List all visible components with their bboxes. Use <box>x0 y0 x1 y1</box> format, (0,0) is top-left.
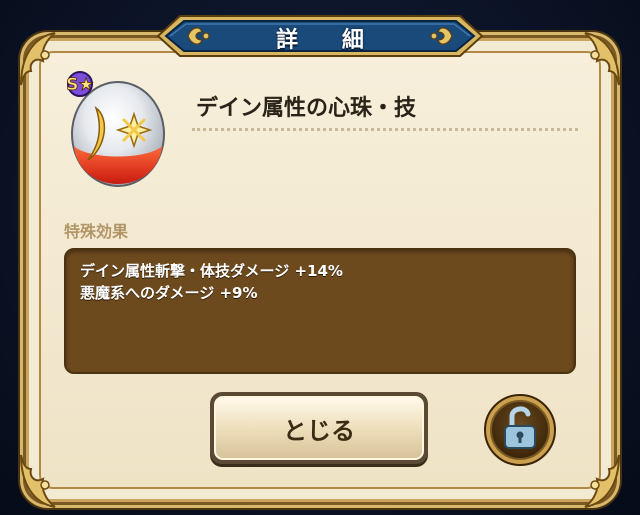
effects-panel: デイン属性斬撃・体技ダメージ +14% 悪魔系へのダメージ +9% <box>64 248 576 374</box>
unlocked-padlock-icon[interactable] <box>482 392 558 468</box>
effect-line: 悪魔系へのダメージ +9% <box>80 284 258 302</box>
special-effect-label: 特殊効果 <box>64 222 129 241</box>
item-name: デイン属性の心珠・技 <box>196 96 417 121</box>
close-button-face[interactable]: とじる <box>214 396 424 460</box>
corner-ornament-icon <box>584 454 620 508</box>
dialog-title: 詳 細 <box>276 28 382 53</box>
close-button[interactable]: とじる <box>210 392 428 464</box>
corner-ornament-icon <box>20 454 56 508</box>
name-divider <box>192 128 578 131</box>
close-button-label: とじる <box>283 416 355 445</box>
rank-badge: S★ <box>66 71 94 97</box>
title-plate: 詳 細 <box>140 12 500 60</box>
rank-badge-label: S★ <box>66 75 93 95</box>
corner-ornament-icon <box>584 32 620 86</box>
heart-gem-icon: S★ <box>66 71 165 187</box>
effect-line: デイン属性斬撃・体技ダメージ +14% <box>80 262 343 280</box>
